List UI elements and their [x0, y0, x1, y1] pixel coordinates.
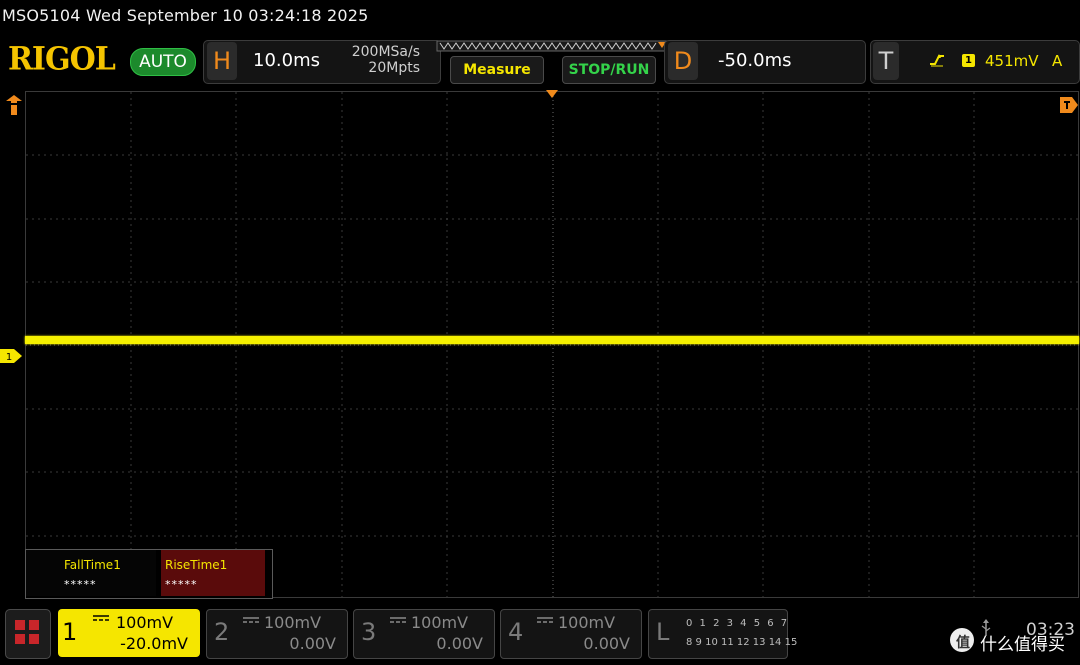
watermark-glyph: 值 [956, 635, 970, 651]
measurement-value: ***** [64, 578, 97, 591]
delay-badge: D [668, 42, 698, 80]
channel4-scale: 100mV [558, 613, 616, 632]
acquisition-info: 200MSa/s 20Mpts [342, 44, 420, 76]
watermark-text: 什么值得买 [980, 635, 1065, 655]
channel1-marker-label: 1 [6, 352, 12, 363]
trigger-time-marker [546, 90, 558, 98]
measurement-value: ***** [165, 578, 198, 591]
channel4-number: 4 [508, 618, 524, 646]
channel2-offset: 0.00V [289, 634, 336, 653]
measurement-label: RiseTime1 [165, 558, 228, 572]
measurement-item[interactable]: RiseTime1 ***** [161, 550, 265, 596]
trigger-source: 1 [962, 54, 975, 67]
memory-position-bar[interactable] [436, 40, 668, 52]
trigger-panel[interactable] [870, 40, 1080, 84]
measurement-item[interactable]: FallTime1 ***** [26, 550, 156, 596]
horizontal-badge: H [207, 42, 237, 80]
grid-lines [26, 92, 1080, 599]
channel1-offset: -20.0mV [120, 634, 188, 653]
channel1-trace [25, 336, 1079, 344]
dc-coupling-icon [537, 617, 553, 623]
channel1-offset-marker[interactable]: 1 [0, 349, 22, 363]
channel3-number: 3 [361, 618, 377, 646]
channel3-offset: 0.00V [436, 634, 483, 653]
measurement-label: FallTime1 [64, 558, 121, 572]
channel3-scale: 100mV [411, 613, 469, 632]
stop-run-button[interactable]: STOP/RUN [562, 56, 656, 84]
sample-rate: 200MSa/s [351, 44, 420, 60]
dc-coupling-icon [93, 615, 109, 621]
logic-analyzer-label: L [656, 618, 670, 646]
memory-depth: 20Mpts [368, 60, 420, 76]
channel4-offset: 0.00V [583, 634, 630, 653]
trigger-badge: T [873, 42, 899, 80]
delay-value: -50.0ms [718, 50, 792, 71]
auto-button[interactable]: AUTO [130, 48, 196, 76]
waveform-graticule[interactable] [25, 91, 1080, 599]
trigger-level-marker[interactable] [1060, 97, 1078, 113]
rising-edge-icon [930, 54, 944, 67]
dc-coupling-icon [390, 617, 406, 623]
digital-channels-row1: 0 1 2 3 4 5 6 7 [686, 618, 790, 629]
trigger-position-marker[interactable] [6, 95, 22, 115]
trigger-mode: A [1052, 52, 1063, 70]
dc-coupling-icon [243, 617, 259, 623]
timebase-value: 10.0ms [253, 50, 320, 71]
grid-menu-icon [15, 620, 39, 644]
trigger-level: 451mV [985, 52, 1039, 70]
channel2-scale: 100mV [264, 613, 322, 632]
digital-channels-row2: 8 9 10 11 12 13 14 15 [686, 637, 798, 648]
window-title: MSO5104 Wed September 10 03:24:18 2025 [2, 6, 369, 25]
measure-button[interactable]: Measure [450, 56, 544, 84]
channel2-number: 2 [214, 618, 230, 646]
watermark-logo: 值 [950, 628, 974, 652]
rigol-logo: RIGOL [8, 41, 116, 78]
channel1-scale: 100mV [116, 613, 174, 632]
channel1-number: 1 [62, 618, 78, 646]
